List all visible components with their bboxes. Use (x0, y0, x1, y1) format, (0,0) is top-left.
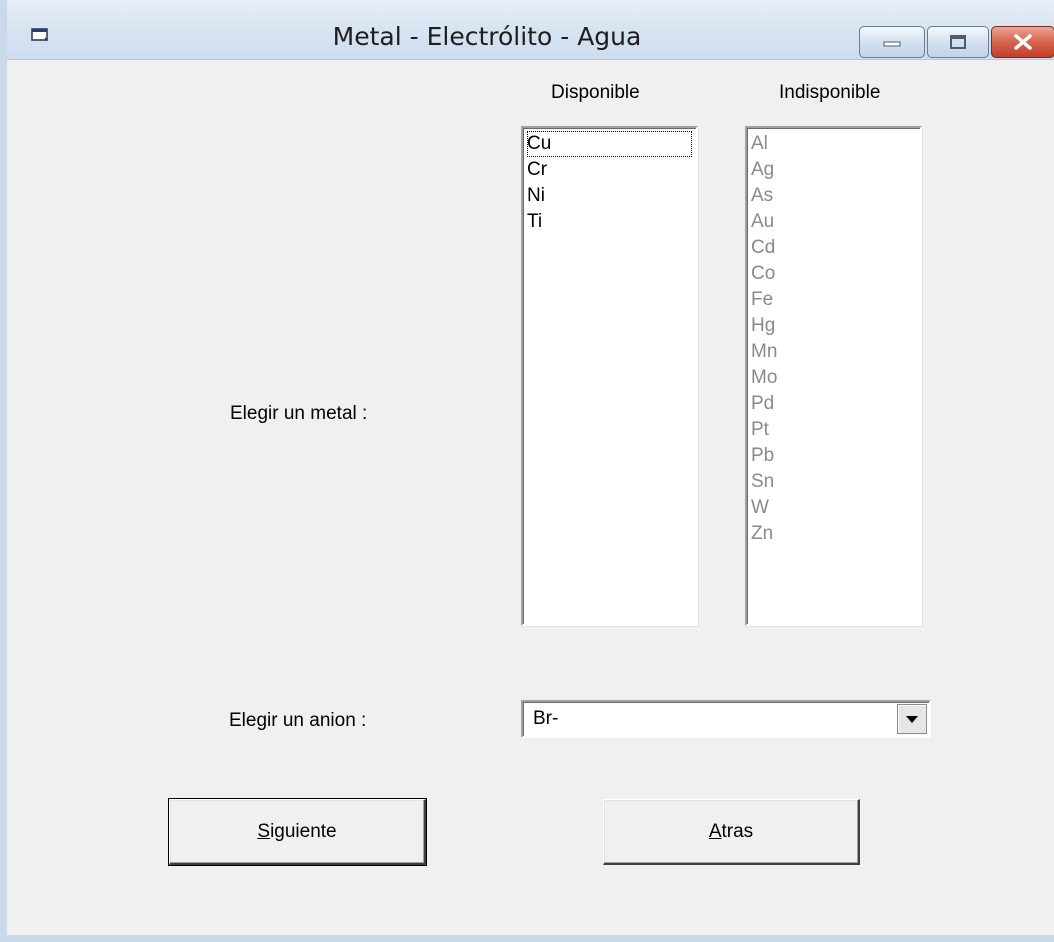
minimize-icon (883, 41, 901, 47)
anion-dropdown-button[interactable] (897, 704, 927, 734)
list-item: W (751, 497, 769, 518)
list-item: Al (751, 133, 768, 154)
next-button-mnemonic: S (257, 820, 271, 842)
minimize-button[interactable] (859, 26, 925, 58)
list-item: Mn (751, 341, 778, 362)
list-item: Ag (751, 159, 775, 180)
list-item: Pd (751, 393, 775, 414)
close-icon (1014, 34, 1032, 50)
available-header: Disponible (551, 82, 640, 103)
list-item[interactable]: Cr (527, 157, 692, 183)
list-item[interactable]: Cu (527, 131, 692, 157)
list-item: Co (751, 263, 776, 284)
anion-label: Elegir un anion : (229, 710, 367, 731)
anion-select-value: Br- (533, 708, 559, 729)
unavailable-header: Indisponible (779, 82, 881, 103)
next-button[interactable]: Siguiente (168, 798, 427, 866)
list-item: Sn (751, 471, 775, 492)
dialog-body: Disponible Indisponible Elegir un metal … (14, 60, 1054, 935)
list-item: Cd (751, 237, 776, 258)
list-item[interactable]: Ni (527, 183, 692, 209)
chevron-down-icon (906, 716, 918, 723)
back-button-label: tras (721, 820, 754, 842)
app-window: Metal - Electrólito - Agua Disponible In… (0, 0, 1054, 942)
close-button[interactable] (991, 26, 1054, 58)
list-item: Au (751, 211, 775, 232)
title-bar[interactable]: Metal - Electrólito - Agua (7, 0, 1054, 60)
list-item: Pb (751, 445, 775, 466)
unavailable-metals-list: Al Ag As Au Cd Co Fe Hg Mn Mo Pd Pt Pb Sn W Zn (745, 126, 922, 626)
list-item: As (751, 185, 774, 206)
available-metals-list[interactable]: Cu Cr Ni Ti (521, 126, 698, 626)
window-title: Metal - Electrólito - Agua (332, 22, 642, 51)
back-button[interactable]: Atras (603, 799, 860, 865)
list-item: Fe (751, 289, 774, 310)
next-button-label: iguiente (270, 820, 337, 842)
maximize-button[interactable] (927, 26, 989, 58)
list-item[interactable]: Ti (527, 209, 692, 235)
back-button-mnemonic: A (708, 820, 722, 842)
list-item: Pt (751, 419, 769, 440)
list-item: Mo (751, 367, 778, 388)
list-item: Zn (751, 523, 774, 544)
list-item: Hg (751, 315, 776, 336)
anion-select[interactable]: Br- (521, 700, 931, 738)
metal-label: Elegir un metal : (230, 403, 368, 424)
maximize-icon (950, 35, 966, 49)
